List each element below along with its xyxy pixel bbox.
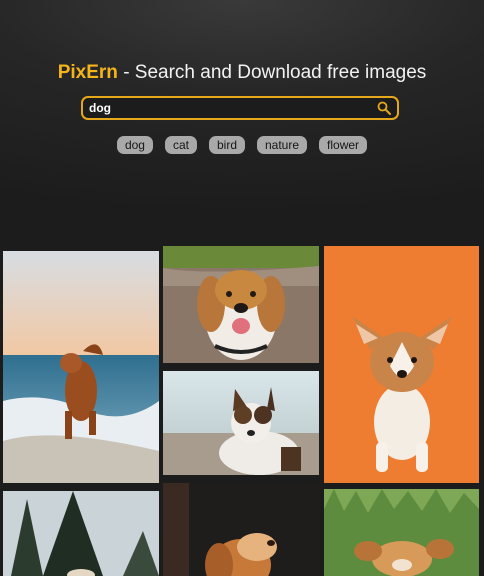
- header: PixErn - Search and Download free images…: [0, 0, 484, 226]
- tag-list: dog cat bird nature flower: [0, 136, 484, 154]
- tag-cat[interactable]: cat: [164, 136, 197, 154]
- tag-flower[interactable]: flower: [319, 136, 368, 154]
- photo-beagle[interactable]: [163, 246, 319, 363]
- photo-dog-surf[interactable]: [3, 251, 159, 483]
- photo-spaniel[interactable]: [163, 483, 319, 576]
- photo-puppy-grass[interactable]: [324, 489, 479, 576]
- search-icon[interactable]: [377, 101, 391, 115]
- page-title: PixErn - Search and Download free images: [0, 62, 484, 84]
- brand-logo[interactable]: PixErn: [58, 62, 118, 83]
- tag-bird[interactable]: bird: [208, 136, 245, 154]
- search-input[interactable]: [89, 100, 369, 116]
- tag-nature[interactable]: nature: [257, 136, 308, 154]
- image-gallery: [0, 226, 484, 576]
- tagline: - Search and Download free images: [123, 62, 427, 83]
- search-box[interactable]: [81, 96, 399, 120]
- photo-trees[interactable]: [3, 491, 159, 576]
- photo-corgi-puppy[interactable]: [324, 246, 479, 483]
- tag-dog[interactable]: dog: [116, 136, 153, 154]
- photo-border-collie[interactable]: [163, 371, 319, 475]
